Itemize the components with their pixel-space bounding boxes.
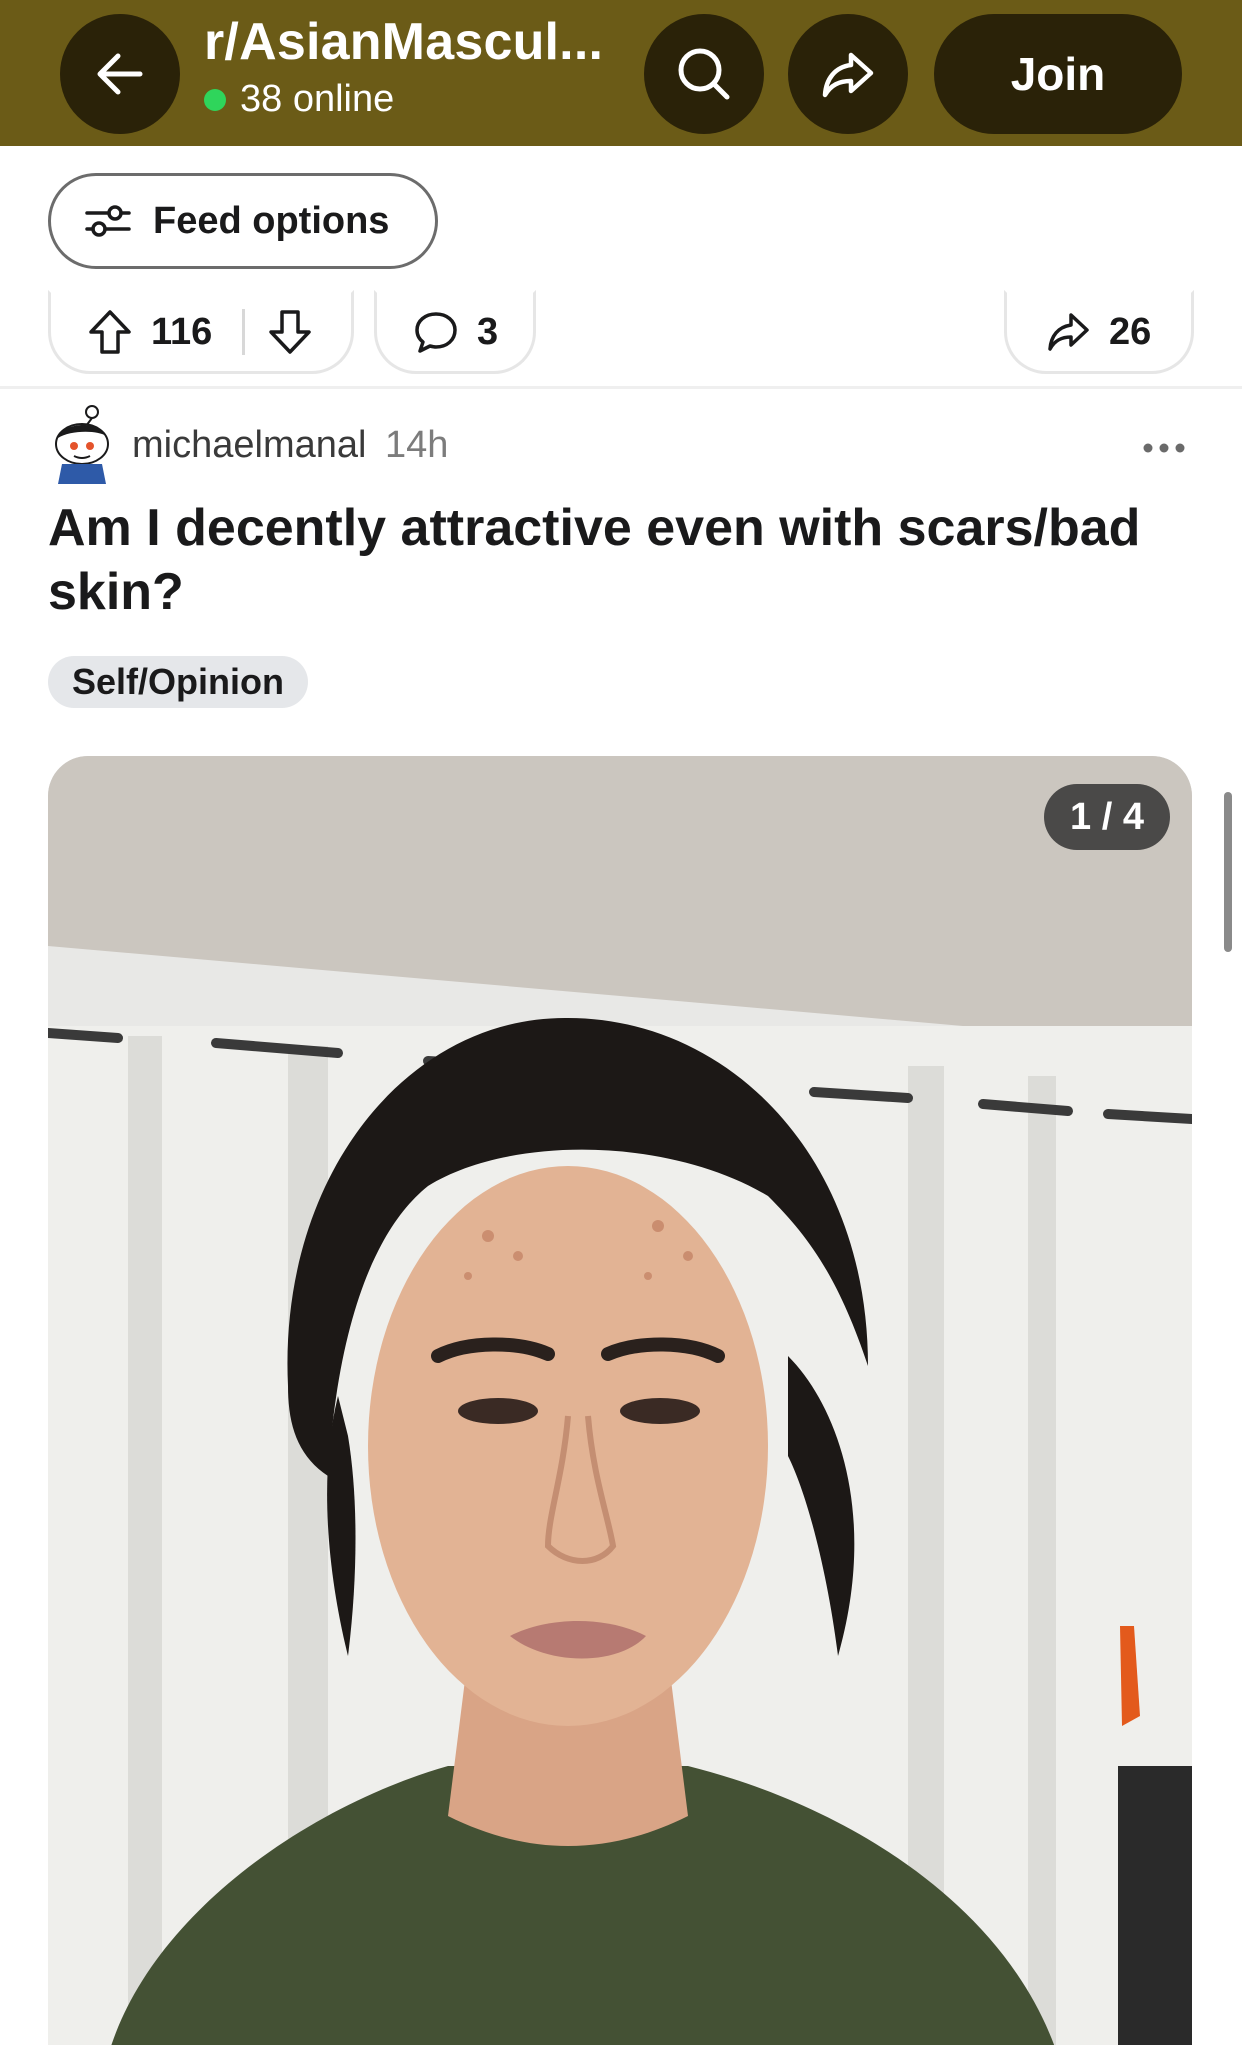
search-button[interactable]	[644, 14, 764, 134]
post-separator	[0, 386, 1242, 389]
post-photo	[48, 756, 1192, 2045]
search-icon	[678, 48, 730, 100]
post-age: 14h	[385, 424, 449, 466]
feed-options-button[interactable]: Feed options	[48, 173, 438, 269]
share-subreddit-button[interactable]	[788, 14, 908, 134]
join-button[interactable]: Join	[934, 14, 1182, 134]
vote-divider	[242, 309, 246, 355]
online-count: 38 online	[240, 78, 395, 120]
gallery-counter: 1 / 4	[1044, 784, 1170, 850]
author-name[interactable]: michaelmanal	[132, 424, 366, 466]
subreddit-name[interactable]: r/AsianMascul...	[204, 12, 603, 72]
snoo-avatar-icon	[55, 405, 109, 484]
more-options-icon[interactable]	[1142, 436, 1186, 460]
vote-bar: 116	[48, 290, 354, 374]
share-icon	[1048, 313, 1089, 351]
upvote-count: 116	[151, 310, 213, 353]
comments-button[interactable]: 3	[374, 290, 536, 374]
feed-options-label: Feed options	[153, 199, 390, 242]
post-title[interactable]: Am I decently attractive even with scars…	[48, 496, 1198, 624]
share-post-button[interactable]: 26	[1004, 290, 1194, 374]
share-icon	[822, 52, 874, 98]
avatar[interactable]	[48, 404, 120, 484]
post-meta: michaelmanal 14h	[132, 424, 448, 467]
back-button[interactable]	[60, 14, 180, 134]
post-flair[interactable]: Self/Opinion	[48, 656, 308, 708]
back-arrow-icon	[97, 53, 143, 95]
downvote-icon[interactable]	[267, 308, 313, 356]
share-count: 26	[1109, 310, 1152, 353]
scrollbar[interactable]	[1224, 792, 1232, 952]
upvote-icon[interactable]	[87, 308, 133, 356]
online-indicator: 38 online	[204, 78, 394, 121]
comment-count: 3	[477, 310, 499, 353]
post-image-gallery[interactable]	[48, 756, 1192, 2045]
subreddit-header: r/AsianMascul... 38 online Join	[0, 0, 1242, 146]
online-dot-icon	[204, 88, 226, 111]
comment-icon	[415, 312, 457, 353]
sliders-icon	[85, 205, 131, 237]
